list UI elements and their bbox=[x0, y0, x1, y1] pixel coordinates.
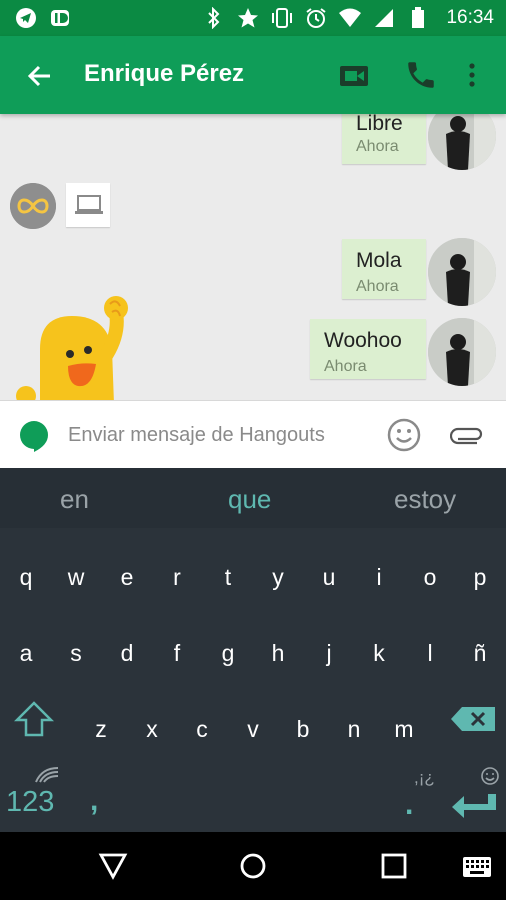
status-bar: 16:34 bbox=[0, 0, 506, 36]
message-time: Ahora bbox=[324, 358, 367, 375]
bluetooth-icon bbox=[202, 6, 226, 30]
enter-key[interactable] bbox=[450, 792, 498, 825]
laptop-icon bbox=[74, 194, 104, 221]
key-y[interactable]: y bbox=[253, 564, 303, 591]
message-time: Ahora bbox=[356, 278, 399, 295]
key-u[interactable]: u bbox=[304, 564, 354, 591]
message-bubble[interactable]: Mola Ahora bbox=[342, 239, 426, 299]
message-bubble[interactable]: Woohoo Ahora bbox=[310, 319, 426, 379]
message-text: Mola bbox=[356, 249, 402, 272]
id-icon bbox=[48, 6, 72, 30]
key-m[interactable]: m bbox=[379, 716, 429, 743]
phone-icon[interactable] bbox=[404, 58, 438, 92]
comma-key[interactable]: , bbox=[90, 784, 98, 818]
incoming-card[interactable] bbox=[66, 183, 110, 227]
key-a[interactable]: a bbox=[1, 640, 51, 667]
message-bubble[interactable]: Libre Ahora bbox=[342, 114, 426, 164]
key-h[interactable]: h bbox=[253, 640, 303, 667]
clock: 16:34 bbox=[446, 7, 494, 28]
message-text: Woohoo bbox=[324, 329, 402, 352]
wifi-icon bbox=[338, 6, 362, 30]
contact-name: Enrique Pérez bbox=[84, 60, 245, 87]
key-o[interactable]: o bbox=[405, 564, 455, 591]
numbers-key[interactable]: 123 bbox=[6, 786, 54, 819]
key-c[interactable]: c bbox=[177, 716, 227, 743]
suggestion-right[interactable]: estoy bbox=[394, 484, 456, 515]
alarm-icon bbox=[304, 6, 328, 30]
shift-key[interactable] bbox=[13, 700, 55, 743]
navigation-bar bbox=[0, 832, 506, 900]
app-bar: Enrique Pérez bbox=[0, 36, 506, 114]
key-i[interactable]: i bbox=[354, 564, 404, 591]
nav-recents-icon[interactable] bbox=[381, 853, 407, 884]
suggestion-center[interactable]: que bbox=[228, 484, 271, 515]
message-time: Ahora bbox=[356, 138, 399, 155]
key-w[interactable]: w bbox=[51, 564, 101, 591]
sticker-image[interactable] bbox=[12, 294, 137, 400]
back-arrow-icon[interactable] bbox=[24, 60, 56, 92]
key-v[interactable]: v bbox=[228, 716, 278, 743]
avatar[interactable] bbox=[428, 114, 496, 170]
key-b[interactable]: b bbox=[278, 716, 328, 743]
chat-area[interactable]: Libre Ahora Mola Ahora Woohoo Ahora bbox=[0, 114, 506, 400]
key-z[interactable]: z bbox=[76, 716, 126, 743]
key-l[interactable]: l bbox=[405, 640, 455, 667]
message-composer: Enviar mensaje de Hangouts bbox=[0, 400, 506, 469]
key-p[interactable]: p bbox=[455, 564, 505, 591]
key-t[interactable]: t bbox=[203, 564, 253, 591]
key-d[interactable]: d bbox=[102, 640, 152, 667]
key-j[interactable]: j bbox=[304, 640, 354, 667]
emoji-icon[interactable] bbox=[386, 417, 422, 453]
suggestion-left[interactable]: en bbox=[60, 484, 89, 515]
signal-icon bbox=[372, 6, 396, 30]
star-icon bbox=[236, 6, 260, 30]
message-input[interactable]: Enviar mensaje de Hangouts bbox=[68, 424, 325, 447]
key-x[interactable]: x bbox=[127, 716, 177, 743]
key-f[interactable]: f bbox=[152, 640, 202, 667]
keyboard: en que estoy q w e r t y u i o p a s d f… bbox=[0, 468, 506, 832]
key-q[interactable]: q bbox=[1, 564, 51, 591]
nav-home-icon[interactable] bbox=[239, 852, 267, 885]
avatar[interactable] bbox=[428, 318, 496, 386]
nav-back-icon[interactable] bbox=[98, 852, 128, 885]
backspace-key[interactable] bbox=[450, 706, 496, 737]
avatar[interactable] bbox=[428, 238, 496, 306]
hangouts-icon bbox=[18, 419, 50, 453]
key-e[interactable]: e bbox=[102, 564, 152, 591]
space-key[interactable] bbox=[124, 788, 394, 818]
message-text: Libre bbox=[356, 114, 403, 135]
key-k[interactable]: k bbox=[354, 640, 404, 667]
key-r[interactable]: r bbox=[152, 564, 202, 591]
attach-icon[interactable] bbox=[449, 423, 484, 447]
telegram-icon bbox=[14, 6, 38, 30]
battery-icon bbox=[406, 6, 430, 30]
key-n[interactable]: n bbox=[329, 716, 379, 743]
smiley-hint-icon bbox=[480, 766, 500, 791]
key-s[interactable]: s bbox=[51, 640, 101, 667]
key-g[interactable]: g bbox=[203, 640, 253, 667]
more-vert-icon[interactable] bbox=[460, 58, 484, 92]
key-enye[interactable]: ñ bbox=[455, 640, 505, 667]
infinity-avatar[interactable] bbox=[10, 183, 56, 229]
punctuation-hint: ,¡¿ bbox=[414, 768, 435, 787]
period-key[interactable]: . bbox=[405, 788, 413, 822]
video-call-icon[interactable] bbox=[338, 60, 370, 92]
vibrate-icon bbox=[270, 6, 294, 30]
suggestion-bar: en que estoy bbox=[0, 468, 506, 528]
keyboard-switch-icon[interactable] bbox=[462, 856, 492, 883]
